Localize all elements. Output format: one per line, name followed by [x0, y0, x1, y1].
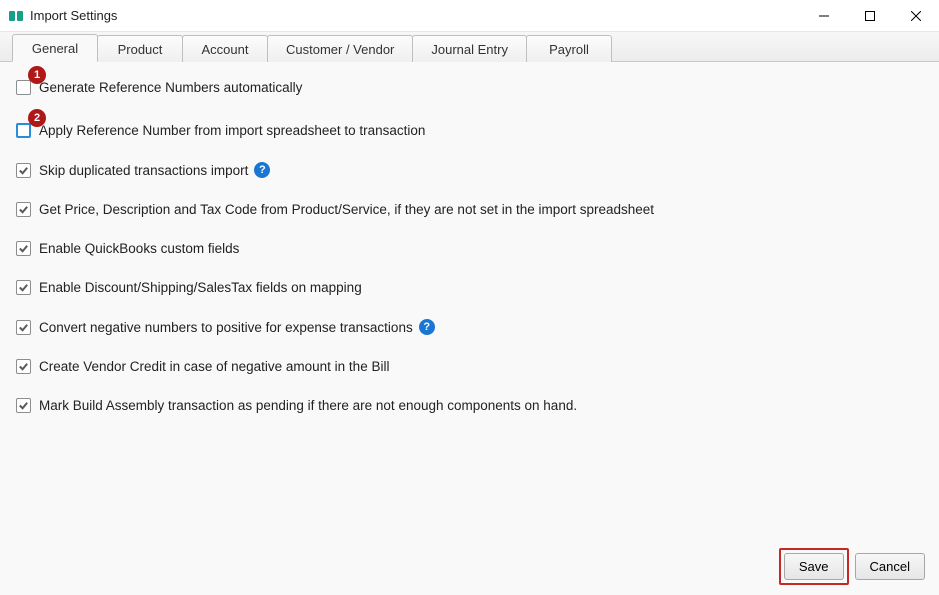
option-label: Enable QuickBooks custom fields — [39, 241, 239, 256]
annotation-badge-1: 1 — [28, 66, 46, 84]
checkbox-convert-neg[interactable] — [16, 320, 31, 335]
option-label: Convert negative numbers to positive for… — [39, 320, 413, 335]
checkbox-get-price[interactable] — [16, 202, 31, 217]
option-row-convert-neg: Convert negative numbers to positive for… — [16, 319, 923, 335]
tab-label: Product — [118, 42, 163, 57]
dialog-footer: Save Cancel — [779, 548, 925, 585]
window-title: Import Settings — [30, 8, 117, 23]
option-label: Mark Build Assembly transaction as pendi… — [39, 398, 577, 413]
tab-label: Payroll — [549, 42, 589, 57]
option-row-skip-dup: Skip duplicated transactions import ? — [16, 162, 923, 178]
checkbox-apply-ref[interactable] — [16, 123, 31, 138]
checkbox-enable-custom[interactable] — [16, 241, 31, 256]
tab-label: Customer / Vendor — [286, 42, 394, 57]
option-row-mark-build: Mark Build Assembly transaction as pendi… — [16, 398, 923, 413]
app-icon — [8, 8, 24, 24]
tab-general[interactable]: General — [12, 34, 98, 62]
checkbox-enable-discount[interactable] — [16, 280, 31, 295]
title-bar: Import Settings — [0, 0, 939, 32]
option-label: Enable Discount/Shipping/SalesTax fields… — [39, 280, 362, 295]
tab-payroll[interactable]: Payroll — [526, 35, 612, 62]
tab-customer-vendor[interactable]: Customer / Vendor — [267, 35, 413, 62]
help-icon[interactable]: ? — [419, 319, 435, 335]
tab-label: Account — [202, 42, 249, 57]
option-label: Create Vendor Credit in case of negative… — [39, 359, 389, 374]
settings-panel: 1 Generate Reference Numbers automatical… — [0, 62, 939, 595]
option-row-enable-discount: Enable Discount/Shipping/SalesTax fields… — [16, 280, 923, 295]
help-icon[interactable]: ? — [254, 162, 270, 178]
checkbox-generate-ref[interactable] — [16, 80, 31, 95]
option-row-get-price: Get Price, Description and Tax Code from… — [16, 202, 923, 217]
option-row-vendor-credit: Create Vendor Credit in case of negative… — [16, 359, 923, 374]
checkbox-mark-build[interactable] — [16, 398, 31, 413]
option-label: Get Price, Description and Tax Code from… — [39, 202, 654, 217]
tab-journal-entry[interactable]: Journal Entry — [412, 35, 527, 62]
cancel-button[interactable]: Cancel — [855, 553, 925, 580]
option-row-enable-custom: Enable QuickBooks custom fields — [16, 241, 923, 256]
option-row-generate-ref: 1 Generate Reference Numbers automatical… — [16, 80, 923, 95]
checkbox-vendor-credit[interactable] — [16, 359, 31, 374]
tab-product[interactable]: Product — [97, 35, 183, 62]
maximize-button[interactable] — [847, 0, 893, 32]
tab-label: Journal Entry — [431, 42, 508, 57]
save-highlight-box: Save — [779, 548, 849, 585]
tab-label: General — [32, 41, 78, 56]
checkbox-skip-dup[interactable] — [16, 163, 31, 178]
option-label: Skip duplicated transactions import — [39, 163, 248, 178]
close-button[interactable] — [893, 0, 939, 32]
tab-strip: General Product Account Customer / Vendo… — [0, 32, 939, 62]
save-button[interactable]: Save — [784, 553, 844, 580]
option-label: Generate Reference Numbers automatically — [39, 80, 302, 95]
minimize-button[interactable] — [801, 0, 847, 32]
option-row-apply-ref: 2 Apply Reference Number from import spr… — [16, 123, 923, 138]
option-label: Apply Reference Number from import sprea… — [39, 123, 425, 138]
annotation-badge-2: 2 — [28, 109, 46, 127]
tab-account[interactable]: Account — [182, 35, 268, 62]
